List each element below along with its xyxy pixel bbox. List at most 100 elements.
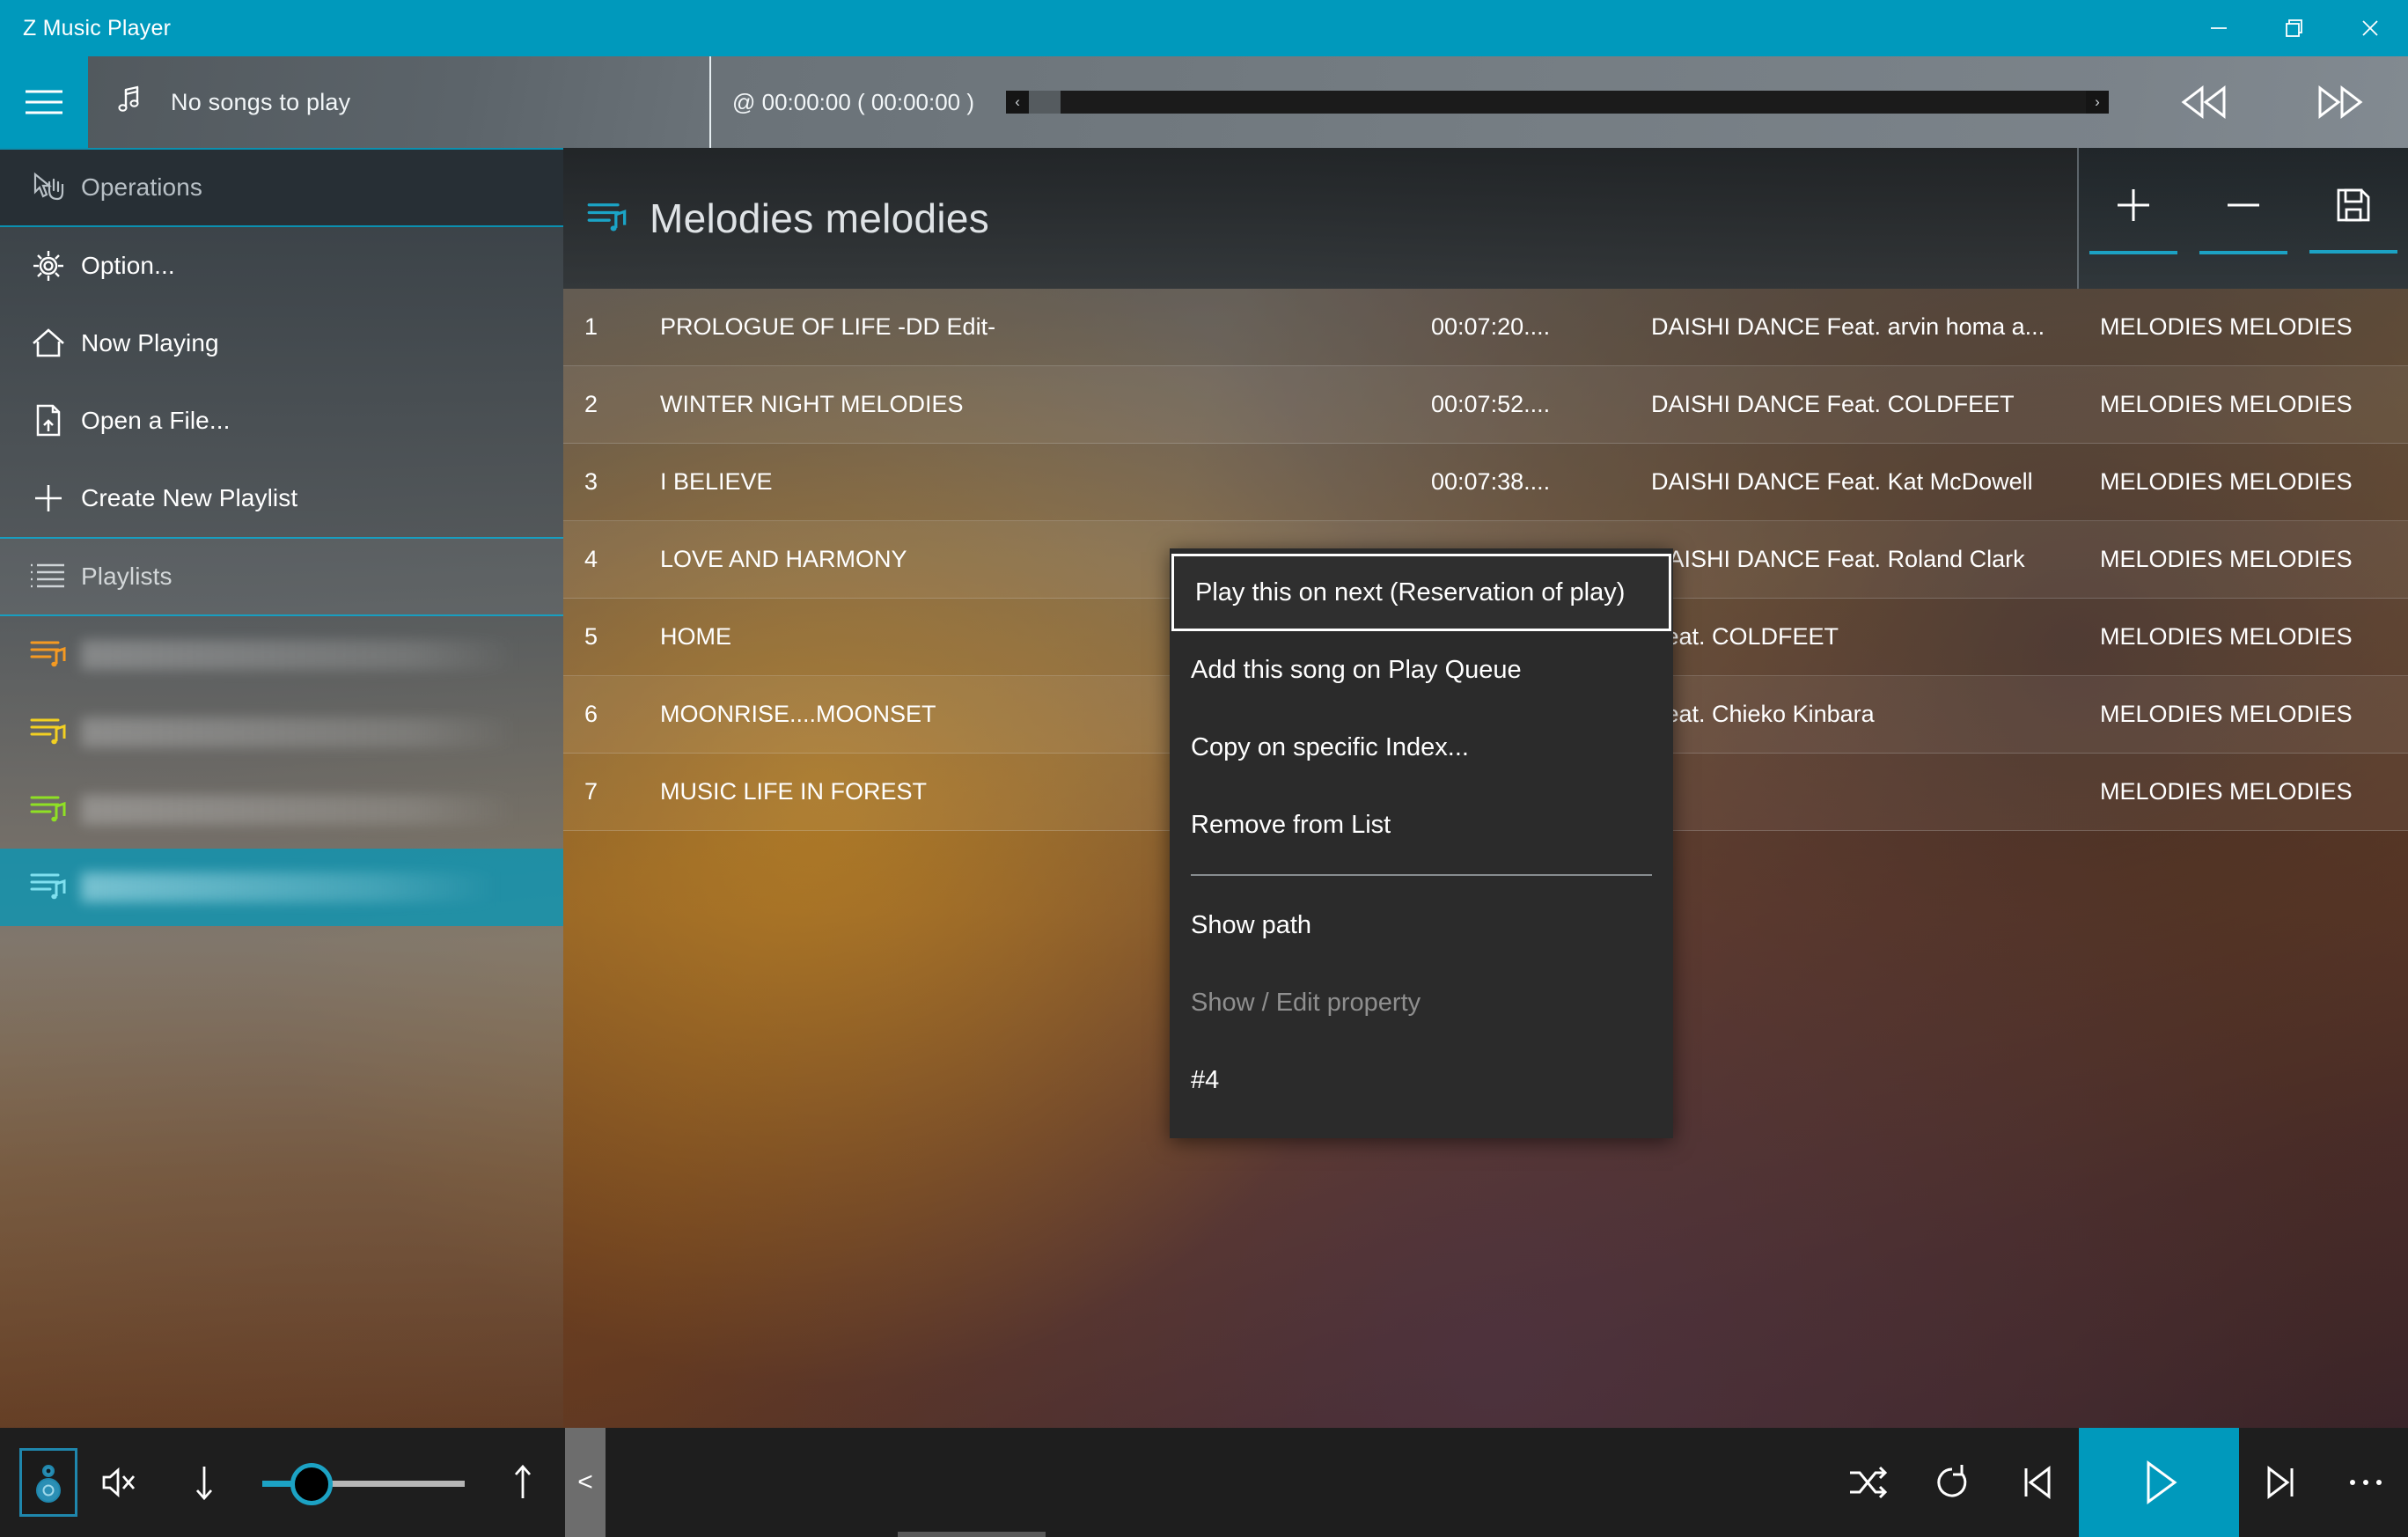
mute-icon [99, 1463, 141, 1502]
speaker-icon [31, 1458, 66, 1507]
sidebar-item-open-a-file[interactable]: Open a File... [0, 382, 563, 460]
collapse-panel-button[interactable]: < [565, 1428, 606, 1537]
transport-buttons [2135, 56, 2408, 148]
fast-forward-button[interactable] [2287, 56, 2393, 148]
plus-icon [16, 479, 81, 518]
song-artist: DAISHI DANCE Feat. Kat McDowell [1651, 468, 2100, 496]
context-menu-separator [1191, 874, 1652, 876]
context-menu-item-index-label: #4 [1170, 1041, 1673, 1119]
home-icon [16, 324, 81, 363]
song-album: MELODIES MELODIES [2100, 313, 2408, 341]
seek-right-arrow-icon[interactable]: › [2086, 91, 2109, 114]
title-bar: Z Music Player [0, 0, 2408, 56]
song-index: 3 [563, 468, 642, 496]
arrow-down-icon [189, 1462, 219, 1503]
context-menu: Play this on next (Reservation of play) … [1170, 548, 1673, 1138]
page-title: Melodies melodies [650, 195, 989, 242]
sidebar-item-label: Option... [81, 252, 175, 280]
now-playing-text: No songs to play [171, 89, 350, 116]
button-underline [2309, 250, 2397, 254]
mute-button[interactable] [77, 1428, 162, 1537]
fast-forward-icon [2313, 85, 2368, 120]
song-album: MELODIES MELODIES [2100, 778, 2408, 805]
save-playlist-button[interactable] [2306, 169, 2401, 268]
seek-track[interactable] [1029, 91, 2086, 114]
song-index: 1 [563, 313, 642, 341]
sidebar: Operations Option... [0, 148, 563, 1428]
repeat-icon [1931, 1461, 1973, 1504]
button-underline [2199, 251, 2287, 254]
table-row[interactable]: 3 I BELIEVE 00:07:38.... DAISHI DANCE Fe… [563, 444, 2408, 521]
sidebar-item-create-new-playlist[interactable]: Create New Playlist [0, 460, 563, 537]
playlist-music-icon [16, 715, 81, 750]
hamburger-menu-button[interactable] [0, 56, 88, 148]
seek-bar[interactable]: ‹ › [1006, 91, 2109, 114]
seek-left-arrow-icon[interactable]: ‹ [1006, 91, 1029, 114]
previous-button[interactable] [1994, 1428, 2079, 1537]
song-album: MELODIES MELODIES [2100, 546, 2408, 573]
context-menu-item-copy-on-index[interactable]: Copy on specific Index... [1170, 709, 1673, 786]
table-row[interactable]: 2 WINTER NIGHT MELODIES 00:07:52.... DAI… [563, 366, 2408, 444]
arrow-up-icon [508, 1462, 538, 1503]
play-button[interactable] [2079, 1428, 2239, 1537]
list-icon [16, 562, 81, 592]
shuffle-button[interactable] [1825, 1428, 1910, 1537]
restore-button[interactable] [2257, 0, 2332, 56]
sidebar-item-label: Open a File... [81, 407, 230, 435]
remove-song-button[interactable] [2196, 169, 2291, 268]
sidebar-playlist-item[interactable] [0, 771, 563, 849]
minimize-button[interactable] [2181, 0, 2257, 56]
ellipsis-icon [2346, 1474, 2386, 1491]
song-duration: 00:07:38.... [1431, 468, 1651, 496]
sidebar-item-option[interactable]: Option... [0, 227, 563, 305]
playlist-music-icon [16, 637, 81, 673]
next-button[interactable] [2239, 1428, 2324, 1537]
song-album: MELODIES MELODIES [2100, 468, 2408, 496]
song-artist: Feat. COLDFEET [1651, 623, 2100, 651]
context-menu-item-remove-from-list[interactable]: Remove from List [1170, 786, 1673, 864]
seek-thumb[interactable] [1029, 91, 1061, 114]
rewind-icon [2177, 85, 2231, 120]
song-title: WINTER NIGHT MELODIES [642, 391, 1431, 418]
song-duration: 00:07:20.... [1431, 313, 1651, 341]
shuffle-icon [1846, 1465, 1890, 1500]
sidebar-playlist-name-redacted [81, 795, 554, 825]
playlist-music-icon [586, 199, 628, 238]
now-playing-panel[interactable]: No songs to play [88, 56, 711, 148]
sidebar-item-label: Create New Playlist [81, 484, 297, 512]
plus-icon [2111, 182, 2156, 228]
sidebar-playlist-item[interactable] [0, 694, 563, 771]
sidebar-playlist-name-redacted [81, 717, 554, 747]
bottom-control-bar: < [0, 1428, 2408, 1537]
context-menu-item-add-to-queue[interactable]: Add this song on Play Queue [1170, 631, 1673, 709]
context-menu-item-play-next[interactable]: Play this on next (Reservation of play) [1171, 554, 1671, 631]
song-artist: Feat. Chieko Kinbara [1651, 701, 2100, 728]
context-menu-item-show-path[interactable]: Show path [1170, 886, 1673, 964]
sidebar-playlist-name-redacted [81, 640, 554, 670]
song-duration: 00:07:52.... [1431, 391, 1651, 418]
volume-up-button[interactable] [481, 1428, 565, 1537]
next-track-icon [2262, 1464, 2301, 1501]
song-index: 2 [563, 391, 642, 418]
close-button[interactable] [2332, 0, 2408, 56]
rewind-button[interactable] [2151, 56, 2257, 148]
gear-icon [16, 246, 81, 285]
sidebar-item-now-playing[interactable]: Now Playing [0, 305, 563, 382]
song-artist: DAISHI DANCE Feat. arvin homa a... [1651, 313, 2100, 341]
output-device-button[interactable] [19, 1448, 77, 1517]
repeat-button[interactable] [1910, 1428, 1994, 1537]
song-album: MELODIES MELODIES [2100, 391, 2408, 418]
hamburger-icon [24, 87, 64, 117]
sidebar-playlist-name-redacted [81, 872, 554, 902]
sidebar-section-playlists: Playlists [0, 537, 563, 616]
volume-slider[interactable] [253, 1428, 474, 1537]
sidebar-playlist-item-selected[interactable] [0, 849, 563, 926]
table-row[interactable]: 1 PROLOGUE OF LIFE -DD Edit- 00:07:20...… [563, 289, 2408, 366]
song-artist: DAISHI DANCE Feat. COLDFEET [1651, 391, 2100, 418]
add-song-button[interactable] [2086, 169, 2181, 268]
volume-slider-thumb[interactable] [290, 1463, 333, 1505]
sidebar-playlist-item[interactable] [0, 616, 563, 694]
volume-down-button[interactable] [162, 1428, 246, 1537]
more-options-button[interactable] [2324, 1428, 2408, 1537]
volume-track-remaining [317, 1481, 465, 1487]
